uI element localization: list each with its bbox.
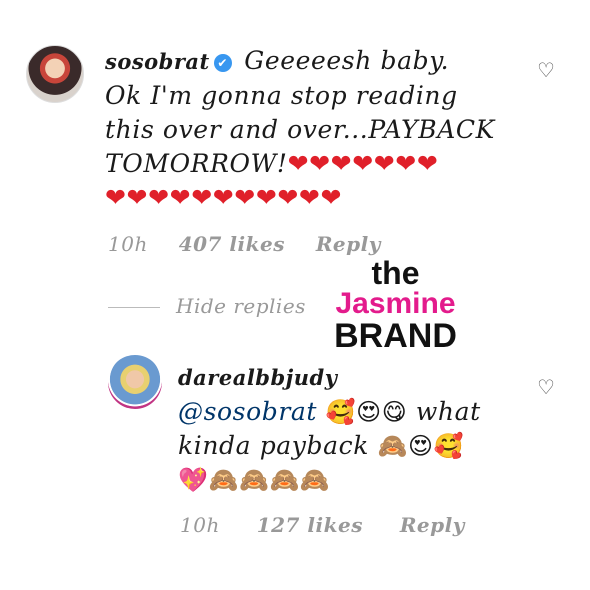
emoji-group-1: 🥰😍😋	[325, 398, 408, 426]
like-count-2[interactable]: 127 likes	[257, 513, 363, 537]
comment-text-line-4: TOMORROW!	[105, 149, 288, 178]
watermark-brand: BRAND	[334, 317, 457, 355]
emoji-group-3: 💖🙈🙈🙈🙈	[178, 466, 331, 494]
reply-button[interactable]: Reply	[316, 232, 381, 256]
username-sosobrat[interactable]: sosobrat	[105, 49, 210, 74]
verified-badge-icon: ✔	[213, 54, 232, 72]
heart-like-icon-2[interactable]: ♡	[537, 375, 555, 399]
comment-text-line-3: this over and over...PAYBACK	[105, 115, 495, 144]
comment2-text-1: what	[415, 397, 481, 426]
heart-like-icon[interactable]: ♡	[537, 58, 555, 82]
hide-replies-button[interactable]: Hide replies	[176, 294, 306, 318]
comment-time: 10h	[108, 232, 148, 256]
username-darealbbjudy[interactable]: darealbbjudy	[178, 365, 337, 390]
comment2-text-2: kinda payback	[178, 431, 369, 460]
reply-button-2[interactable]: Reply	[400, 513, 465, 537]
hearts-emoji-row-1: ❤❤❤❤❤❤❤	[287, 149, 439, 178]
replies-divider	[108, 307, 160, 308]
watermark-jasmine: Jasmine	[335, 287, 456, 320]
comment-time-2: 10h	[180, 513, 220, 537]
comment2-meta: 10h 127 likes Reply	[180, 513, 465, 537]
like-count[interactable]: 407 likes	[179, 232, 285, 256]
watermark-the: the	[371, 255, 420, 291]
comment1-meta: 10h 407 likes Reply	[108, 232, 381, 256]
comment-sosobrat: sosobrat ✔ Geeeeesh baby. Ok I'm gonna st…	[105, 44, 525, 215]
comment-darealbbjudy: darealbbjudy @sosobrat 🥰😍😋 what kinda pa…	[178, 360, 518, 497]
comment-text-line-1: Geeeeesh baby.	[244, 46, 450, 75]
watermark-logo: the Jasmine BRAND	[308, 257, 483, 353]
hearts-emoji-row-2: ❤❤❤❤❤❤❤❤❤❤❤	[105, 183, 343, 212]
avatar-darealbbjudy[interactable]	[108, 355, 162, 409]
mention-link[interactable]: @sosobrat	[178, 397, 317, 426]
comment-text-line-2: Ok I'm gonna stop reading	[105, 81, 458, 110]
avatar-sosobrat[interactable]	[26, 45, 84, 103]
emoji-group-2: 🙈😍🥰	[377, 432, 465, 460]
